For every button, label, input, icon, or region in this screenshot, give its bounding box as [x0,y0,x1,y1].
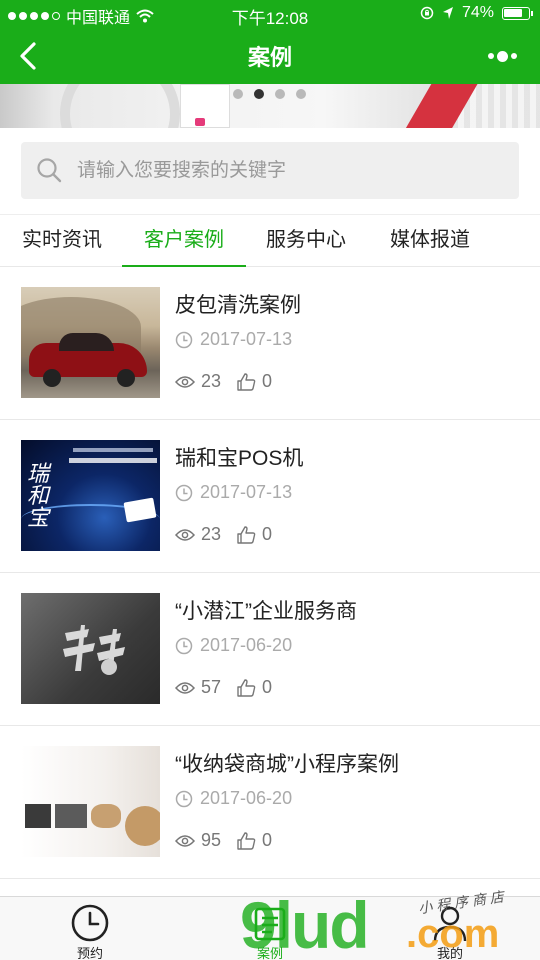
status-right: 74% [420,4,533,22]
tab-cases[interactable]: 客户案例 [122,215,246,267]
banner-image [180,84,230,128]
carousel-dot[interactable] [233,89,243,99]
case-thumbnail [21,287,160,398]
thumbs-up-icon [237,525,256,544]
carousel-indicator [233,89,306,99]
eye-icon [175,834,195,847]
more-dot-icon [510,53,517,59]
case-meta: 23 0 [175,524,288,545]
case-meta: 95 0 [175,830,288,851]
eye-icon [175,528,195,541]
search-icon [37,158,62,183]
case-thumbnail: 瑞和宝 [21,440,160,551]
like-count: 0 [262,830,273,850]
case-title: “收纳袋商城”小程序案例 [175,753,399,776]
clock-icon [175,790,193,807]
case-date-text: 2017-07-13 [200,329,293,349]
navigation-bar: 案例 [0,28,540,84]
carousel-dot[interactable] [275,89,285,99]
case-meta: 23 0 [175,371,288,392]
thumbs-up-icon [237,678,256,697]
case-title: “小潜江”企业服务商 [175,600,357,623]
like-count: 0 [262,524,273,544]
list-item[interactable]: 皮包清洗案例 2017-07-13 23 0 [0,267,540,420]
clock-icon [175,331,193,348]
battery-icon [502,6,533,20]
banner-image [60,84,180,128]
user-icon [433,906,467,942]
page-title: 案例 [247,45,292,70]
carousel-dot[interactable] [254,89,264,99]
clock-icon [175,637,193,654]
location-icon [442,7,453,19]
case-date: 2017-07-13 [175,329,292,350]
case-thumbnail [21,746,160,857]
eye-icon [175,681,195,694]
list-item[interactable]: “小潜江”企业服务商 2017-06-20 57 0 [0,573,540,726]
cases-icon [254,907,286,941]
case-title: 瑞和宝POS机 [175,447,304,470]
view-count: 23 [201,371,222,391]
list-item[interactable]: 瑞和宝 瑞和宝POS机 2017-07-13 23 0 [0,420,540,573]
search-input[interactable] [77,142,507,199]
case-meta: 57 0 [175,677,288,698]
like-count: 0 [262,371,273,391]
case-date: 2017-06-20 [175,788,292,809]
tabbar-label: 案例 [256,946,283,960]
case-list: 皮包清洗案例 2017-07-13 23 0 瑞和宝 瑞和宝POS机 2017-… [0,267,540,879]
top-bar: 中国联通 下午12:08 74% 案例 [0,0,540,84]
clock-icon [71,904,109,942]
case-date: 2017-06-20 [175,635,292,656]
bottom-tab-bar: 预约 案例 我的 [0,896,540,960]
more-dot-icon [487,53,494,59]
tab-media[interactable]: 媒体报道 [378,215,482,267]
tabbar-label: 预约 [76,946,103,960]
case-thumbnail [21,593,160,704]
thumbs-up-icon [237,372,256,391]
tab-news[interactable]: 实时资讯 [12,215,112,267]
more-dot-icon [496,50,508,62]
carousel-dot[interactable] [296,89,306,99]
view-count: 23 [201,524,222,544]
case-date-text: 2017-06-20 [200,635,293,655]
tabbar-item-booking[interactable]: 预约 [40,897,140,960]
case-date: 2017-07-13 [175,482,292,503]
banner-carousel[interactable] [0,84,540,128]
banner-image [195,118,205,126]
case-date-text: 2017-07-13 [200,482,293,502]
list-item[interactable]: “收纳袋商城”小程序案例 2017-06-20 95 0 [0,726,540,879]
battery-percent: 74% [461,4,494,21]
like-count: 0 [262,677,273,697]
status-bar: 中国联通 下午12:08 74% [0,0,540,28]
thumbs-up-icon [237,831,256,850]
rotation-lock-icon [420,6,434,20]
tabbar-item-profile[interactable]: 我的 [400,897,500,960]
eye-icon [175,375,195,388]
tabbar-item-cases[interactable]: 案例 [220,897,320,960]
clock-icon [175,484,193,501]
more-menu-button[interactable] [484,42,520,70]
search-box[interactable] [21,142,519,199]
category-tabs: 实时资讯 客户案例 服务中心 媒体报道 [0,214,540,267]
view-count: 95 [201,830,222,850]
search-section [0,128,540,212]
tab-service[interactable]: 服务中心 [256,215,356,267]
case-title: 皮包清洗案例 [175,294,301,317]
view-count: 57 [201,677,222,697]
case-date-text: 2017-06-20 [200,788,293,808]
tabbar-label: 我的 [436,946,463,960]
